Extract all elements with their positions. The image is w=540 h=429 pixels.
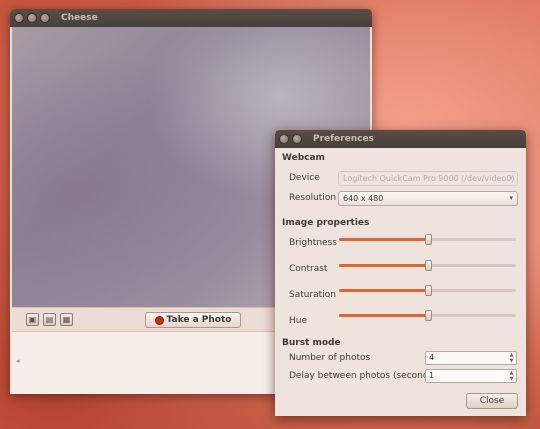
chevron-down-icon: ▾ (509, 194, 513, 202)
delay-spinner[interactable]: 1 ▲ ▼ (425, 369, 517, 383)
device-label: Device (289, 173, 320, 183)
dialog-title: Preferences (313, 134, 374, 144)
delay-label: Delay between photos (seconds) (289, 371, 437, 381)
burst-mode-heading: Burst mode (282, 338, 341, 348)
slider-handle[interactable] (424, 310, 432, 321)
slider-handle[interactable] (424, 285, 432, 296)
record-icon (154, 315, 164, 325)
webcam-section-heading: Webcam (282, 153, 325, 163)
close-window-icon[interactable] (279, 134, 289, 144)
brightness-label: Brightness (289, 238, 337, 248)
burst-mode-icon[interactable]: ▦ (60, 313, 73, 326)
slider-handle[interactable] (424, 260, 432, 271)
resolution-combo[interactable]: 640 x 480 ▾ (338, 191, 518, 206)
image-properties-heading: Image properties (282, 218, 370, 228)
number-of-photos-spinner[interactable]: 4 ▲ ▼ (425, 351, 517, 365)
preferences-body: Webcam Device Logitech QuickCam Pro 9000… (275, 148, 526, 416)
decrement-icon[interactable]: ▼ (508, 358, 515, 364)
number-of-photos-value: 4 (429, 353, 435, 362)
hue-label: Hue (289, 316, 308, 326)
number-of-photos-label: Number of photos (289, 353, 371, 363)
device-combo: Logitech QuickCam Pro 9000 (/dev/video0)… (338, 171, 518, 186)
cheese-titlebar: Cheese (10, 9, 372, 27)
take-photo-label: Take a Photo (166, 315, 232, 325)
close-window-icon[interactable] (14, 13, 24, 23)
contrast-label: Contrast (289, 264, 328, 274)
brightness-slider[interactable] (339, 234, 516, 245)
contrast-slider[interactable] (339, 260, 516, 271)
decrement-icon[interactable]: ▼ (508, 376, 515, 382)
resolution-label: Resolution (289, 193, 337, 203)
preferences-titlebar: Preferences (275, 130, 526, 148)
take-photo-button[interactable]: Take a Photo (145, 312, 241, 328)
saturation-label: Saturation (289, 290, 336, 300)
minimize-window-icon[interactable] (292, 134, 302, 144)
photo-mode-icon[interactable]: ▣ (26, 313, 39, 326)
preferences-dialog: Preferences Webcam Device Logitech Quick… (275, 130, 526, 416)
scroll-left-icon[interactable]: ◂ (16, 357, 20, 365)
saturation-slider[interactable] (339, 285, 516, 296)
minimize-window-icon[interactable] (27, 13, 37, 23)
slider-handle[interactable] (424, 234, 432, 245)
hue-slider[interactable] (339, 310, 516, 321)
delay-value: 1 (429, 371, 435, 380)
maximize-window-icon[interactable] (40, 13, 50, 23)
resolution-value: 640 x 480 (343, 194, 384, 203)
close-button[interactable]: Close (466, 393, 518, 409)
video-mode-icon[interactable]: ▤ (43, 313, 56, 326)
chevron-down-icon: ▾ (509, 174, 513, 182)
window-title: Cheese (61, 13, 98, 23)
device-value: Logitech QuickCam Pro 9000 (/dev/video0) (343, 174, 515, 183)
